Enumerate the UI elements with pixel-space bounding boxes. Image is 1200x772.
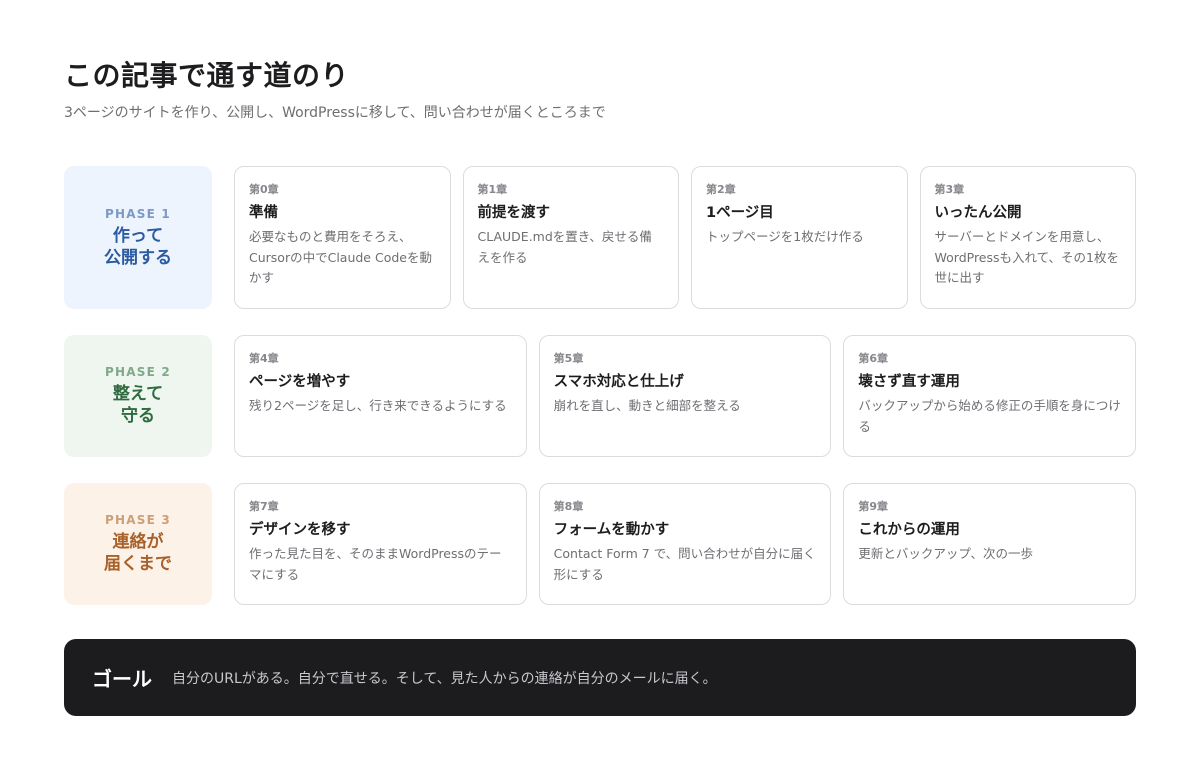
chapter-card-3: 第3章 いったん公開 サーバーとドメインを用意し、WordPressも入れて、そ… (919, 166, 1136, 309)
chapter-title: 1ページ目 (706, 205, 774, 221)
phase-title-line: 届くまで (104, 554, 172, 574)
chapter-description: トップページを1枚だけ作る (706, 229, 864, 244)
phase-2-row: PHASE 2 整えて 守る 第4章 ページを増やす 残り2ページを足し、行き来… (64, 335, 1137, 457)
chapter-description: Contact Form 7 で、問い合わせが自分に届く形にする (553, 546, 816, 582)
chapter-card-2: 第2章 1ページ目 トップページを1枚だけ作る (691, 166, 908, 309)
chapter-description: CLAUDE.mdを置き、戻せる備えを作る (477, 229, 652, 265)
chapter-description: 崩れを直し、動きと細部を整える (553, 398, 741, 413)
phase-title-line: 守る (121, 406, 155, 426)
chapter-card-5: 第5章 スマホ対応と仕上げ 崩れを直し、動きと細部を整える (538, 335, 832, 457)
chapter-title: 壊さず直す運用 (858, 374, 960, 390)
phase-1-row: PHASE 1 作って 公開する 第0章 準備 必要なものと費用をそろえ、Cur… (64, 166, 1136, 309)
phase-3-chapters: 第7章 デザインを移す 作った見た目を、そのままWordPressのテーマにする… (234, 483, 1137, 605)
chapter-description: 更新とバックアップ、次の一歩 (858, 546, 1033, 561)
chapter-title: これからの運用 (858, 522, 960, 538)
chapter-description: サーバーとドメインを用意し、WordPressも入れて、その1枚を世に出す (934, 229, 1119, 285)
goal-label: ゴール (92, 667, 152, 691)
chapter-number: 第5章 (553, 352, 584, 365)
phase-title: 連絡が 届くまで (104, 531, 172, 575)
phase-label: PHASE 3 (105, 513, 171, 527)
chapter-title: スマホ対応と仕上げ (553, 374, 684, 390)
chapter-title: デザインを移す (249, 522, 351, 538)
page-title: この記事で通す道のり (64, 59, 350, 92)
chapter-number: 第2章 (706, 183, 736, 196)
chapter-description: 残り2ページを足し、行き来できるようにする (249, 398, 507, 413)
roadmap-page: この記事で通す道のり 3ページのサイトを作り、公開し、WordPressに移して… (64, 58, 1137, 716)
chapter-card-1: 第1章 前提を渡す CLAUDE.mdを置き、戻せる備えを作る (462, 166, 679, 309)
chapter-number: 第4章 (249, 352, 279, 365)
chapter-title: ページを増やす (249, 374, 351, 390)
chapter-number: 第7章 (249, 500, 279, 513)
phase-label: PHASE 1 (105, 206, 171, 221)
chapter-card-9: 第9章 これからの運用 更新とバックアップ、次の一歩 (843, 483, 1137, 605)
phase-1-badge: PHASE 1 作って 公開する (64, 166, 212, 309)
phase-title-line: 整えて (112, 384, 164, 404)
phase-2-chapters: 第4章 ページを増やす 残り2ページを足し、行き来できるようにする 第5章 スマ… (234, 335, 1137, 457)
phase-2-badge: PHASE 2 整えて 守る (64, 335, 212, 457)
chapter-title: フォームを動かす (553, 522, 670, 538)
phase-title-line: 公開する (104, 247, 172, 268)
chapter-number: 第9章 (858, 500, 888, 513)
chapter-number: 第0章 (249, 183, 279, 196)
goal-text: 自分のURLがある。自分で直せる。そして、見た人からの連絡が自分のメールに届く。 (172, 670, 717, 687)
phase-1-chapters: 第0章 準備 必要なものと費用をそろえ、Cursorの中でClaude Code… (234, 166, 1136, 309)
chapter-description: 作った見た目を、そのままWordPressのテーマにする (249, 546, 502, 582)
page-subtitle: 3ページのサイトを作り、公開し、WordPressに移して、問い合わせが届くとこ… (64, 105, 606, 121)
phase-title-line: 作って (112, 225, 164, 246)
chapter-card-0: 第0章 準備 必要なものと費用をそろえ、Cursorの中でClaude Code… (234, 166, 451, 309)
chapter-description: バックアップから始める修正の手順を身につける (858, 398, 1121, 434)
chapter-number: 第3章 (934, 183, 965, 196)
chapter-title: 前提を渡す (477, 205, 551, 221)
phase-title: 整えて 守る (113, 383, 163, 427)
chapter-card-6: 第6章 壊さず直す運用 バックアップから始める修正の手順を身につける (843, 335, 1137, 457)
goal-banner: ゴール 自分のURLがある。自分で直せる。そして、見た人からの連絡が自分のメール… (64, 639, 1136, 716)
chapter-card-8: 第8章 フォームを動かす Contact Form 7 で、問い合わせが自分に届… (538, 483, 832, 605)
chapter-title: いったん公開 (934, 205, 1022, 221)
phase-title: 作って 公開する (104, 225, 172, 269)
phase-title-line: 連絡が (112, 532, 164, 552)
chapter-title: 準備 (249, 205, 278, 221)
phase-label: PHASE 2 (105, 365, 171, 379)
chapter-card-4: 第4章 ページを増やす 残り2ページを足し、行き来できるようにする (234, 335, 527, 457)
chapter-card-7: 第7章 デザインを移す 作った見た目を、そのままWordPressのテーマにする (234, 483, 527, 605)
phase-3-row: PHASE 3 連絡が 届くまで 第7章 デザインを移す 作った見た目を、そのま… (64, 483, 1137, 605)
phase-3-badge: PHASE 3 連絡が 届くまで (64, 483, 212, 605)
chapter-description: 必要なものと費用をそろえ、Cursorの中でClaude Codeを動かす (249, 229, 432, 285)
chapter-number: 第1章 (477, 183, 508, 196)
chapter-number: 第8章 (553, 500, 584, 513)
chapter-number: 第6章 (858, 352, 888, 365)
